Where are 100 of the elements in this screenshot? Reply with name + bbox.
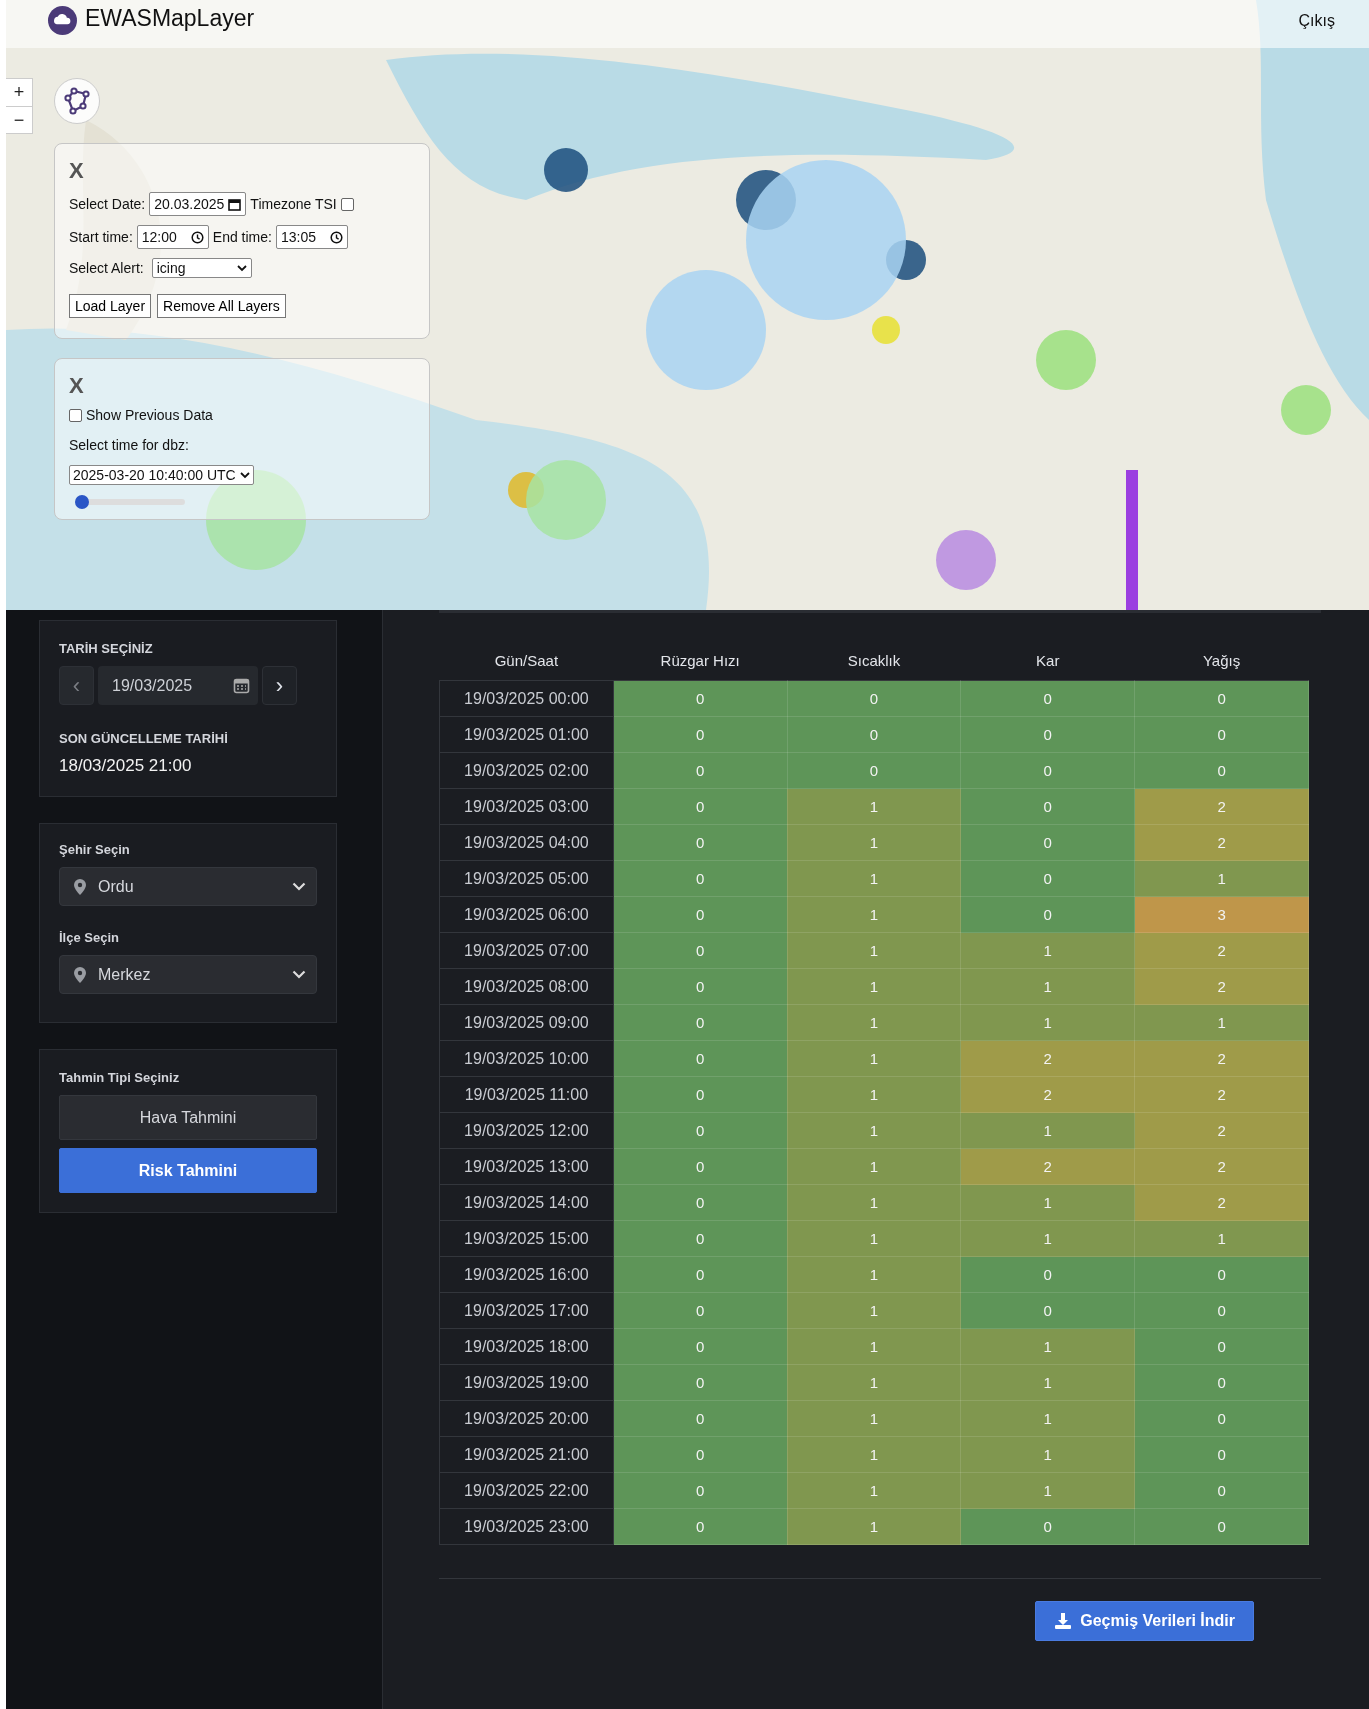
- risk-cell: 0: [613, 752, 788, 789]
- risk-cell: 0: [1134, 1364, 1309, 1401]
- time-cell: 19/03/2025 17:00: [439, 1292, 614, 1329]
- risk-cell: 0: [1134, 1508, 1309, 1545]
- risk-cell: 1: [787, 896, 961, 933]
- app-title: EWASMapLayer: [85, 5, 255, 32]
- risk-cell: 1: [787, 1400, 961, 1437]
- risk-cell: 1: [960, 1328, 1135, 1365]
- city-select[interactable]: Ordu: [59, 867, 317, 906]
- risk-cell: 0: [613, 1040, 788, 1077]
- timezone-label: Timezone TSI: [250, 196, 337, 212]
- risk-cell: 1: [1134, 1220, 1309, 1257]
- risk-cell: 1: [787, 1040, 961, 1077]
- risk-cell: 1: [960, 1184, 1135, 1221]
- risk-cell: 1: [787, 1364, 961, 1401]
- risk-cell: 0: [960, 788, 1135, 825]
- time-cell: 19/03/2025 06:00: [439, 896, 614, 933]
- risk-cell: 1: [787, 1004, 961, 1041]
- close-button[interactable]: X: [69, 373, 84, 399]
- time-cell: 19/03/2025 14:00: [439, 1184, 614, 1221]
- risk-cell: 1: [787, 1148, 961, 1185]
- risk-cell: 0: [960, 716, 1135, 753]
- time-cell: 19/03/2025 00:00: [439, 680, 614, 717]
- forecast-type-button[interactable]: Hava Tahmini: [59, 1095, 317, 1140]
- last-update-value: 18/03/2025 21:00: [59, 756, 193, 776]
- risk-cell: 1: [960, 1004, 1135, 1041]
- date-label: Select Date:: [69, 196, 146, 212]
- risk-cell: 2: [960, 1076, 1135, 1113]
- risk-cell: 1: [960, 1400, 1135, 1437]
- risk-cell: 2: [1134, 1076, 1309, 1113]
- risk-cell: 0: [613, 1112, 788, 1149]
- risk-cell: 0: [787, 716, 961, 753]
- dbz-time-label: Select time for dbz:: [69, 437, 189, 453]
- risk-cell: 2: [1134, 824, 1309, 861]
- close-button[interactable]: X: [69, 158, 84, 184]
- time-cell: 19/03/2025 19:00: [439, 1364, 614, 1401]
- risk-cell: 0: [960, 824, 1135, 861]
- risk-cell: 0: [1134, 1292, 1309, 1329]
- risk-cell: 1: [960, 932, 1135, 969]
- risk-cell: 0: [613, 1148, 788, 1185]
- risk-cell: 0: [787, 680, 961, 717]
- risk-cell: 2: [1134, 788, 1309, 825]
- end-time-field[interactable]: 13:05: [275, 225, 348, 249]
- dbz-time-select[interactable]: 2025-03-20 10:40:00 UTC: [69, 465, 254, 485]
- risk-cell: 0: [613, 788, 788, 825]
- logout-link[interactable]: Çıkış: [1298, 12, 1335, 30]
- risk-cell: 1: [787, 932, 961, 969]
- calendar-icon: [233, 677, 250, 694]
- risk-cell: 0: [613, 1436, 788, 1473]
- risk-cell: 0: [613, 1400, 788, 1437]
- time-cell: 19/03/2025 16:00: [439, 1256, 614, 1293]
- date-field[interactable]: 20.03.2025: [149, 192, 247, 216]
- start-time-field[interactable]: 12:00: [136, 225, 209, 249]
- previous-day-button[interactable]: ‹: [59, 666, 94, 705]
- time-cell: 19/03/2025 07:00: [439, 932, 614, 969]
- time-cell: 19/03/2025 15:00: [439, 1220, 614, 1257]
- layer-button[interactable]: Remove All Layers: [157, 294, 286, 318]
- risk-cell: 1: [787, 1436, 961, 1473]
- chevron-down-icon: [292, 970, 306, 979]
- time-cell: 19/03/2025 12:00: [439, 1112, 614, 1149]
- risk-cell: 0: [613, 1076, 788, 1113]
- risk-cell: 2: [960, 1040, 1135, 1077]
- risk-cell: 0: [613, 824, 788, 861]
- risk-cell: 0: [613, 1184, 788, 1221]
- time-cell: 19/03/2025 22:00: [439, 1472, 614, 1509]
- risk-cell: 1: [1134, 1004, 1309, 1041]
- risk-cell: 1: [787, 1220, 961, 1257]
- risk-cell: 0: [613, 1328, 788, 1365]
- risk-cell: 0: [1134, 1328, 1309, 1365]
- time-cell: 19/03/2025 11:00: [439, 1076, 614, 1113]
- layer-button[interactable]: Load Layer: [69, 294, 152, 318]
- risk-cell: 0: [613, 896, 788, 933]
- time-slider[interactable]: [75, 495, 185, 509]
- date-field[interactable]: 19/03/2025: [98, 666, 258, 705]
- risk-cell: 0: [960, 680, 1135, 717]
- risk-cell: 1: [960, 1436, 1135, 1473]
- alert-select[interactable]: icing: [151, 258, 252, 278]
- risk-cell: 0: [1134, 716, 1309, 753]
- district-select[interactable]: Merkez: [59, 955, 317, 994]
- time-cell: 19/03/2025 10:00: [439, 1040, 614, 1077]
- time-cell: 19/03/2025 21:00: [439, 1436, 614, 1473]
- risk-cell: 1: [960, 1220, 1135, 1257]
- risk-cell: 2: [1134, 1184, 1309, 1221]
- map-pin-icon: [74, 966, 86, 983]
- risk-cell: 0: [613, 716, 788, 753]
- district-label: İlçe Seçin: [59, 930, 120, 945]
- time-cell: 19/03/2025 08:00: [439, 968, 614, 1005]
- risk-cell: 0: [613, 968, 788, 1005]
- risk-cell: 1: [960, 1112, 1135, 1149]
- chevron-down-icon: [239, 471, 250, 479]
- forecast-type-button[interactable]: Risk Tahmini: [59, 1148, 317, 1193]
- risk-cell: 1: [787, 968, 961, 1005]
- download-button[interactable]: Geçmiş Verileri İndir: [1035, 1601, 1254, 1641]
- chevron-down-icon: [292, 882, 306, 891]
- clock-icon: [329, 230, 343, 244]
- next-day-button[interactable]: ›: [262, 666, 297, 705]
- risk-cell: 1: [787, 824, 961, 861]
- time-cell: 19/03/2025 05:00: [439, 860, 614, 897]
- column-header: Yağış: [1134, 641, 1309, 681]
- risk-cell: 0: [1134, 1436, 1309, 1473]
